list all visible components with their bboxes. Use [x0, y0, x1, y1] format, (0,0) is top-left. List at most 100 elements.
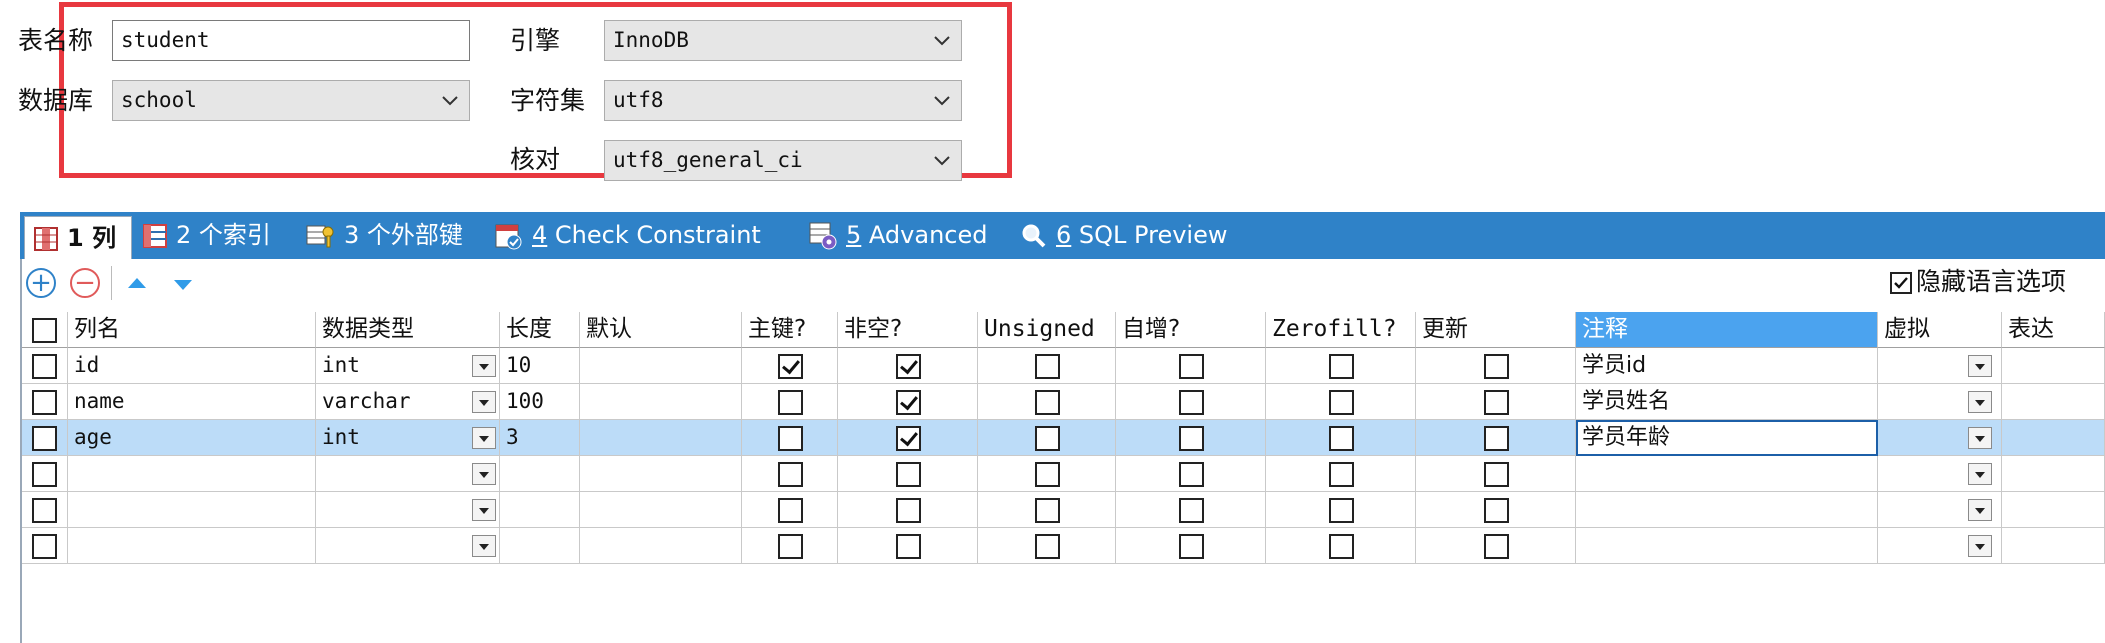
cell-comment[interactable]	[1576, 492, 1878, 528]
header-unsigned[interactable]: Unsigned	[978, 312, 1116, 348]
cell-name[interactable]: id	[68, 348, 316, 384]
hide-language-option[interactable]: 隐藏语言选项	[1890, 266, 2066, 298]
update-checkbox[interactable]	[1484, 426, 1509, 451]
unsigned-checkbox[interactable]	[1035, 390, 1060, 415]
cell-expr[interactable]	[2002, 492, 2105, 528]
update-checkbox[interactable]	[1484, 354, 1509, 379]
cell-type[interactable]	[316, 456, 500, 492]
cell-notnull[interactable]	[838, 492, 978, 528]
select-all-cell[interactable]	[22, 312, 68, 348]
cell-virtual[interactable]	[1878, 456, 2002, 492]
cell-expr[interactable]	[2002, 528, 2105, 564]
unsigned-checkbox[interactable]	[1035, 426, 1060, 451]
cell-zerofill[interactable]	[1266, 528, 1416, 564]
tab-check-constraint[interactable]: 4 Check Constraint	[494, 212, 761, 259]
virtual-dropdown-button[interactable]	[1968, 535, 1992, 557]
header-default[interactable]: 默认	[580, 312, 742, 348]
zerofill-checkbox[interactable]	[1329, 390, 1354, 415]
cell-expr[interactable]	[2002, 456, 2105, 492]
cell-zerofill[interactable]	[1266, 492, 1416, 528]
pk-checkbox[interactable]	[778, 426, 803, 451]
virtual-dropdown-button[interactable]	[1968, 427, 1992, 449]
charset-select[interactable]: utf8	[604, 80, 962, 121]
cell-name[interactable]: age	[68, 420, 316, 456]
update-checkbox[interactable]	[1484, 390, 1509, 415]
autoinc-checkbox[interactable]	[1179, 498, 1204, 523]
cell-update[interactable]	[1416, 420, 1576, 456]
row-select-cell[interactable]	[22, 348, 68, 384]
cell-pk[interactable]	[742, 528, 838, 564]
row-select-checkbox[interactable]	[32, 498, 57, 523]
header-name[interactable]: 列名	[68, 312, 316, 348]
cell-length[interactable]	[500, 528, 580, 564]
cell-type[interactable]	[316, 492, 500, 528]
table-row[interactable]: id int 10 学员id	[22, 348, 2105, 384]
header-on-update[interactable]: 更新	[1416, 312, 1576, 348]
row-select-cell[interactable]	[22, 492, 68, 528]
row-select-checkbox[interactable]	[32, 462, 57, 487]
cell-comment[interactable]	[1576, 528, 1878, 564]
header-expression[interactable]: 表达	[2002, 312, 2105, 348]
cell-notnull[interactable]	[838, 384, 978, 420]
select-all-checkbox[interactable]	[32, 318, 57, 343]
cell-unsigned[interactable]	[978, 384, 1116, 420]
row-select-cell[interactable]	[22, 420, 68, 456]
cell-length[interactable]: 100	[500, 384, 580, 420]
virtual-dropdown-button[interactable]	[1968, 463, 1992, 485]
notnull-checkbox[interactable]	[896, 498, 921, 523]
cell-expr[interactable]	[2002, 384, 2105, 420]
header-not-null[interactable]: 非空?	[838, 312, 978, 348]
cell-unsigned[interactable]	[978, 492, 1116, 528]
type-dropdown-button[interactable]	[472, 535, 496, 557]
update-checkbox[interactable]	[1484, 534, 1509, 559]
table-row[interactable]: name varchar 100 学员姓名	[22, 384, 2105, 420]
cell-zerofill[interactable]	[1266, 420, 1416, 456]
type-dropdown-button[interactable]	[472, 499, 496, 521]
cell-comment[interactable]: 学员姓名	[1576, 384, 1878, 420]
notnull-checkbox[interactable]	[896, 390, 921, 415]
cell-virtual[interactable]	[1878, 420, 2002, 456]
header-type[interactable]: 数据类型	[316, 312, 500, 348]
cell-unsigned[interactable]	[978, 420, 1116, 456]
tab-columns[interactable]: 1 列	[24, 216, 132, 259]
cell-name[interactable]: name	[68, 384, 316, 420]
cell-comment[interactable]	[1576, 456, 1878, 492]
cell-virtual[interactable]	[1878, 528, 2002, 564]
zerofill-checkbox[interactable]	[1329, 534, 1354, 559]
tab-sql-preview[interactable]: 6 SQL Preview	[1020, 212, 1227, 259]
cell-default[interactable]	[580, 384, 742, 420]
collation-select[interactable]: utf8_general_ci	[604, 140, 962, 181]
cell-pk[interactable]	[742, 384, 838, 420]
header-virtual[interactable]: 虚拟	[1878, 312, 2002, 348]
cell-autoinc[interactable]	[1116, 348, 1266, 384]
add-column-button[interactable]: +	[26, 268, 56, 298]
cell-pk[interactable]	[742, 492, 838, 528]
cell-update[interactable]	[1416, 528, 1576, 564]
cell-virtual[interactable]	[1878, 492, 2002, 528]
cell-autoinc[interactable]	[1116, 420, 1266, 456]
cell-unsigned[interactable]	[978, 456, 1116, 492]
row-select-cell[interactable]	[22, 456, 68, 492]
cell-update[interactable]	[1416, 492, 1576, 528]
move-up-button[interactable]	[128, 278, 146, 288]
row-select-checkbox[interactable]	[32, 390, 57, 415]
cell-comment[interactable]: 学员年龄	[1576, 420, 1878, 456]
database-select[interactable]: school	[112, 80, 470, 121]
row-select-cell[interactable]	[22, 384, 68, 420]
cell-type[interactable]: varchar	[316, 384, 500, 420]
cell-default[interactable]	[580, 456, 742, 492]
cell-name[interactable]	[68, 492, 316, 528]
row-select-checkbox[interactable]	[32, 354, 57, 379]
table-name-input[interactable]: student	[112, 20, 470, 61]
type-dropdown-button[interactable]	[472, 391, 496, 413]
cell-expr[interactable]	[2002, 420, 2105, 456]
engine-select[interactable]: InnoDB	[604, 20, 962, 61]
cell-pk[interactable]	[742, 456, 838, 492]
unsigned-checkbox[interactable]	[1035, 498, 1060, 523]
row-select-cell[interactable]	[22, 528, 68, 564]
zerofill-checkbox[interactable]	[1329, 498, 1354, 523]
update-checkbox[interactable]	[1484, 462, 1509, 487]
cell-autoinc[interactable]	[1116, 492, 1266, 528]
type-dropdown-button[interactable]	[472, 355, 496, 377]
cell-default[interactable]	[580, 492, 742, 528]
